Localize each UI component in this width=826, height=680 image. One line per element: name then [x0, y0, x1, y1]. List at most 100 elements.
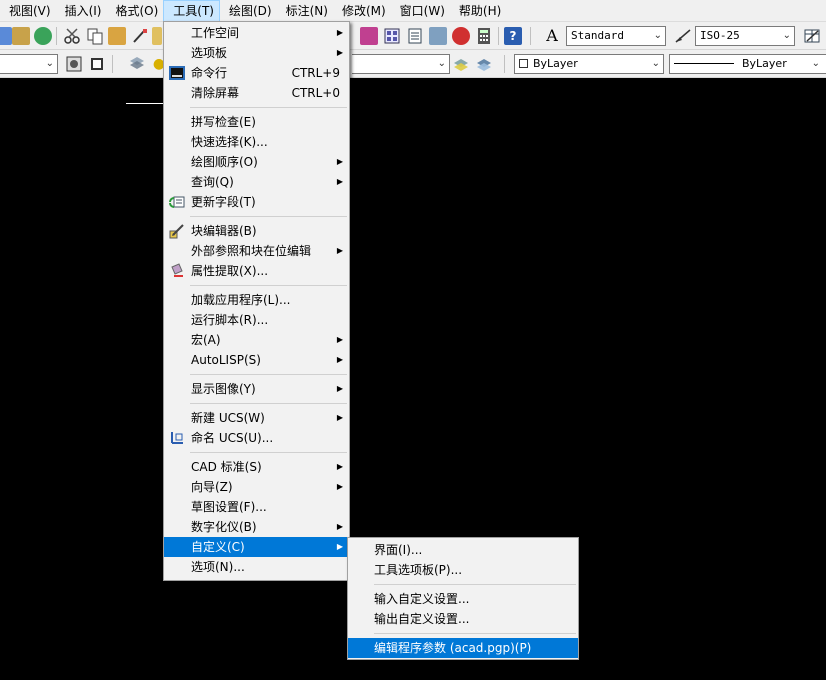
submenu-arrow-icon: ▶: [336, 246, 343, 255]
submenu-arrow-icon: ▶: [336, 542, 343, 551]
submenu-arrow-icon: ▶: [336, 335, 343, 344]
calculator-icon[interactable]: [475, 27, 493, 45]
menu-divider: [374, 633, 576, 634]
copy-icon[interactable]: [86, 27, 104, 45]
text-style-select[interactable]: Standard ⌄: [566, 26, 666, 46]
menu-item-cad-standards[interactable]: CAD 标准(S) ▶: [164, 457, 349, 477]
menu-divider: [190, 285, 347, 286]
chevron-down-icon: ⌄: [782, 30, 791, 41]
menu-item-edit-program-parameters[interactable]: 编辑程序参数 (acad.pgp)(P): [348, 638, 578, 658]
publish-icon[interactable]: [12, 27, 30, 45]
menu-item-display-image[interactable]: 显示图像(Y) ▶: [164, 379, 349, 399]
chevron-down-icon: ⌄: [811, 58, 820, 69]
menu-item-workspaces[interactable]: 工作空间 ▶: [164, 23, 349, 43]
layout-icon[interactable]: [88, 55, 106, 73]
update-field-icon: [169, 194, 185, 210]
menu-item-new-ucs[interactable]: 新建 UCS(W) ▶: [164, 408, 349, 428]
menu-item-customize[interactable]: 自定义(C) ▶: [164, 537, 349, 557]
chevron-down-icon: ⌄: [653, 30, 662, 41]
sheet-set-icon[interactable]: [429, 27, 447, 45]
menu-item-options[interactable]: 选项(N)...: [164, 557, 349, 577]
menu-item-drafting-settings[interactable]: 草图设置(F)...: [164, 497, 349, 517]
menu-item-attribute-extraction[interactable]: 属性提取(X)...: [164, 261, 349, 281]
named-ucs-icon: [169, 430, 185, 446]
table-style-icon[interactable]: [803, 27, 821, 45]
web-icon[interactable]: [34, 27, 52, 45]
submenu-arrow-icon: ▶: [336, 384, 343, 393]
layer-select[interactable]: ⌄: [352, 54, 450, 74]
workspace-settings-icon[interactable]: [65, 55, 83, 73]
menu-item-named-ucs[interactable]: 命名 UCS(U)...: [164, 428, 349, 448]
design-center-icon[interactable]: [383, 27, 401, 45]
menu-item-tablet[interactable]: 数字化仪(B) ▶: [164, 517, 349, 537]
customize-submenu: 界面(I)... 工具选项板(P)... 输入自定义设置... 输出自定义设置.…: [347, 537, 579, 660]
block-icon[interactable]: [152, 27, 162, 45]
menu-item-palettes[interactable]: 选项板 ▶: [164, 43, 349, 63]
menu-divider: [374, 584, 576, 585]
menu-item-update-fields[interactable]: 更新字段(T): [164, 192, 349, 212]
menu-modify[interactable]: 修改(M): [333, 0, 391, 22]
menu-insert[interactable]: 插入(I): [56, 0, 107, 22]
chevron-down-icon: ⌄: [45, 58, 54, 69]
menu-tools[interactable]: 工具(T): [163, 0, 220, 22]
menu-item-export-customizations[interactable]: 输出自定义设置...: [348, 609, 578, 629]
dimension-style-select[interactable]: ISO-25 ⌄: [695, 26, 795, 46]
make-current-layer-icon[interactable]: [452, 55, 470, 73]
menu-item-import-customizations[interactable]: 输入自定义设置...: [348, 589, 578, 609]
color-control[interactable]: ByLayer ⌄: [514, 54, 664, 74]
menu-dimension[interactable]: 标注(N): [277, 0, 333, 22]
menu-item-wizards[interactable]: 向导(Z) ▶: [164, 477, 349, 497]
layer-manager-icon[interactable]: [128, 55, 146, 73]
menu-item-macro[interactable]: 宏(A) ▶: [164, 330, 349, 350]
submenu-arrow-icon: ▶: [336, 482, 343, 491]
workspace-select[interactable]: ⌄: [0, 54, 58, 74]
markup-icon[interactable]: [452, 27, 470, 45]
menu-divider: [190, 403, 347, 404]
menu-item-draw-order[interactable]: 绘图顺序(O) ▶: [164, 152, 349, 172]
linetype-control[interactable]: ByLayer ⌄: [669, 54, 826, 74]
submenu-arrow-icon: ▶: [336, 462, 343, 471]
text-style-icon[interactable]: A: [543, 27, 561, 45]
match-properties-icon[interactable]: [131, 27, 149, 45]
submenu-arrow-icon: ▶: [336, 355, 343, 364]
menu-draw[interactable]: 绘图(D): [220, 0, 277, 22]
cut-icon[interactable]: [63, 27, 81, 45]
menu-item-clean-screen[interactable]: 清除屏幕 CTRL+0: [164, 83, 349, 103]
paste-icon[interactable]: [108, 27, 126, 45]
menu-item-command-line[interactable]: 命令行 CTRL+9: [164, 63, 349, 83]
menu-item-load-application[interactable]: 加载应用程序(L)...: [164, 290, 349, 310]
menu-item-inquiry[interactable]: 查询(Q) ▶: [164, 172, 349, 192]
color-swatch: [519, 59, 528, 68]
command-line-icon: [169, 65, 185, 81]
menu-item-run-script[interactable]: 运行脚本(R)...: [164, 310, 349, 330]
menu-window[interactable]: 窗口(W): [391, 0, 450, 22]
menu-divider: [190, 452, 347, 453]
menu-item-block-editor[interactable]: 块编辑器(B): [164, 221, 349, 241]
menu-bar: 视图(V) 插入(I) 格式(O) 工具(T) 绘图(D) 标注(N) 修改(M…: [0, 0, 826, 22]
submenu-arrow-icon: ▶: [336, 157, 343, 166]
layer-previous-icon[interactable]: [475, 55, 493, 73]
help-icon[interactable]: ?: [504, 27, 522, 45]
submenu-arrow-icon: ▶: [336, 48, 343, 57]
linetype-sample: [674, 63, 734, 64]
menu-divider: [190, 107, 347, 108]
menu-item-quick-select[interactable]: 快速选择(K)...: [164, 132, 349, 152]
layers-toolbar: ⌄ ● ⌄ ByLayer ⌄ ByLayer ⌄: [0, 50, 826, 78]
menu-view[interactable]: 视图(V): [0, 0, 56, 22]
drawn-line: [126, 103, 166, 104]
menu-item-autolisp[interactable]: AutoLISP(S) ▶: [164, 350, 349, 370]
submenu-arrow-icon: ▶: [336, 177, 343, 186]
menu-help[interactable]: 帮助(H): [450, 0, 506, 22]
menu-item-xref-in-place-edit[interactable]: 外部参照和块在位编辑 ▶: [164, 241, 349, 261]
menu-format[interactable]: 格式(O): [106, 0, 163, 22]
block-editor-icon: [169, 223, 185, 239]
menu-item-interface[interactable]: 界面(I)...: [348, 540, 578, 560]
tool-palettes-icon[interactable]: [406, 27, 424, 45]
menu-item-spelling[interactable]: 拼写检查(E): [164, 112, 349, 132]
menu-item-tool-palettes[interactable]: 工具选项板(P)...: [348, 560, 578, 580]
tools-menu: 工作空间 ▶ 选项板 ▶ 命令行 CTRL+9 清除屏幕 CTRL+0 拼写检查(E) …: [163, 21, 350, 581]
chevron-down-icon: ⌄: [651, 58, 660, 69]
plot-icon[interactable]: [0, 27, 12, 45]
properties-icon[interactable]: [360, 27, 378, 45]
dimension-style-icon[interactable]: [674, 27, 692, 45]
